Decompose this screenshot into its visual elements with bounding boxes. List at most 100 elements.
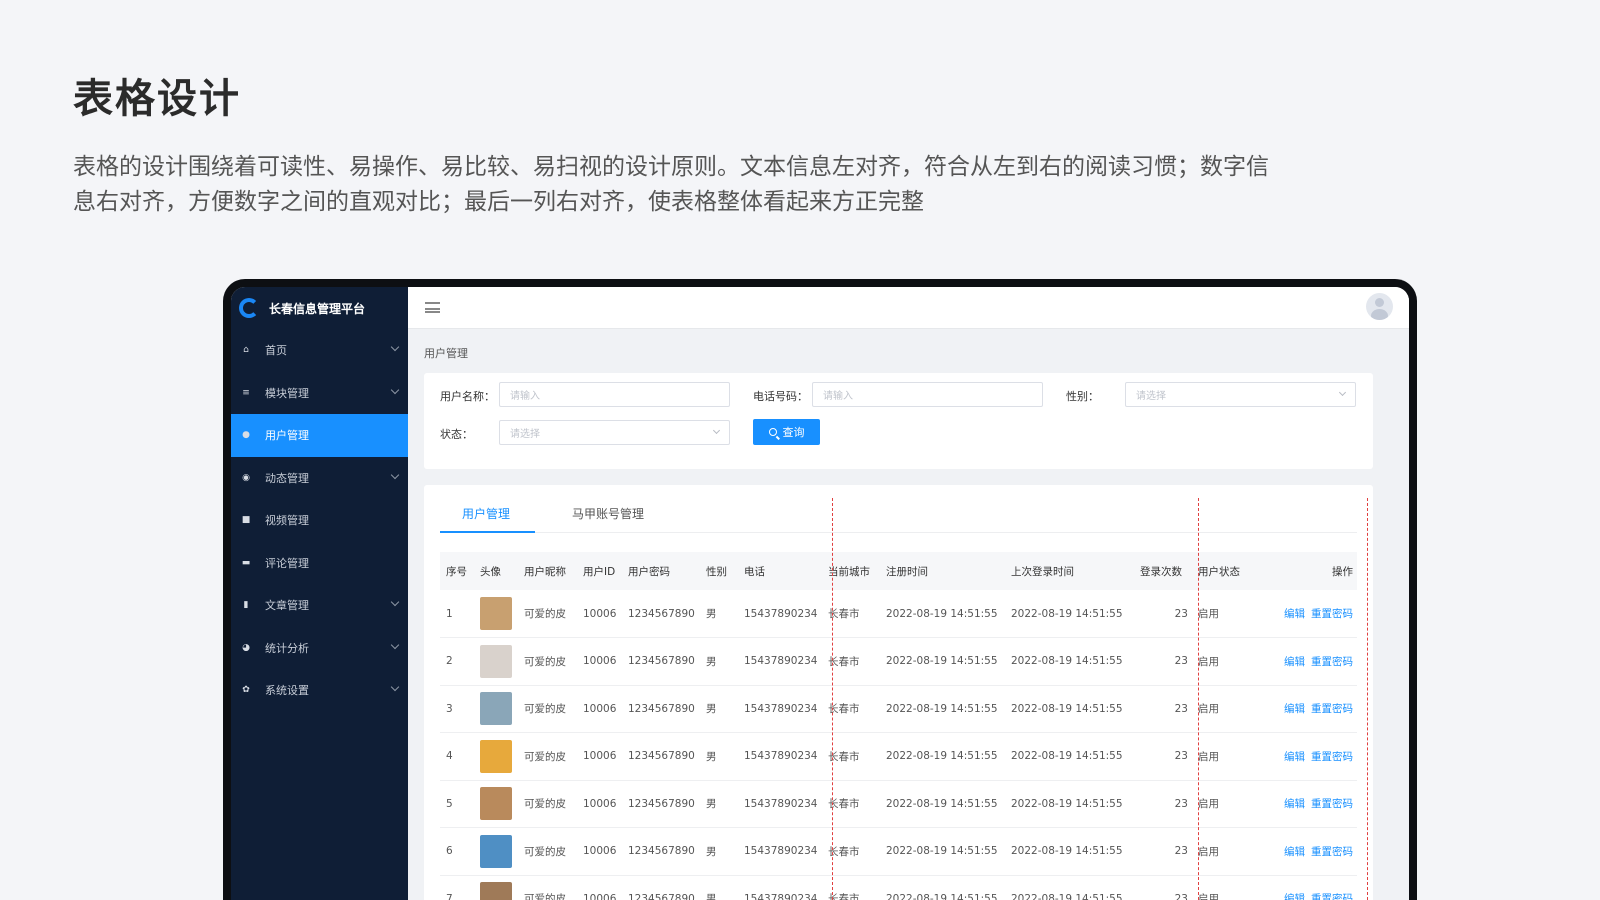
cell-nickname: 可爱的皮: [524, 798, 566, 811]
sidebar-item[interactable]: ▬ 评论管理: [231, 542, 408, 585]
list-icon: ≡: [242, 387, 250, 398]
sidebar-item[interactable]: ◕ 统计分析: [231, 627, 408, 670]
cell-registered: 2022-08-19 14:51:55: [886, 655, 998, 668]
avatar: [480, 597, 512, 630]
username-label: 用户名称：: [440, 390, 495, 403]
reset-password-link[interactable]: 重置密码: [1311, 846, 1353, 858]
tab-vest-accounts[interactable]: 马甲账号管理: [572, 505, 644, 522]
avatar-cell: [474, 780, 518, 828]
reset-password-link[interactable]: 重置密码: [1311, 608, 1353, 620]
brand-name: 长春信息管理平台: [269, 301, 366, 316]
cell-password: 1234567890: [628, 892, 695, 900]
user-avatar[interactable]: [1366, 293, 1393, 320]
cell-actions: 编辑 重置密码: [1262, 638, 1357, 686]
edit-link[interactable]: 编辑: [1284, 846, 1305, 858]
query-button[interactable]: 查询: [753, 419, 820, 445]
header-uid: 用户ID: [583, 565, 616, 578]
avatar-cell: [474, 733, 518, 781]
cell-actions: 编辑 重置密码: [1262, 590, 1357, 638]
sidebar-item[interactable]: ● 用户管理: [231, 414, 408, 457]
menu-toggle-icon[interactable]: [425, 302, 440, 313]
edit-link[interactable]: 编辑: [1284, 751, 1305, 763]
avatar: [480, 739, 512, 773]
cell-password: 1234567890: [628, 797, 695, 810]
top-bar: [408, 287, 1409, 329]
edit-link[interactable]: 编辑: [1284, 703, 1305, 715]
cell-login-count: 23: [1174, 607, 1188, 620]
cell-uid: 10006: [583, 892, 617, 900]
alignment-guide-line: [832, 498, 833, 900]
edit-link[interactable]: 编辑: [1284, 798, 1305, 810]
cell-status: 启用: [1198, 750, 1219, 763]
cell-last-login: 2022-08-19 14:51:55: [1011, 655, 1123, 668]
header-password: 用户密码: [628, 565, 670, 578]
table-row: 2 可爱的皮 10006 1234567890 男 15437890234 长春市 2022-…: [440, 638, 1357, 686]
sidebar-item[interactable]: ■ 视频管理: [231, 499, 408, 542]
sidebar-item[interactable]: ◉ 动态管理: [231, 457, 408, 500]
filter-card: 用户名称： 请输入 电话号码： 请输入 性别： 请选择 状态： 请选择 查询: [424, 373, 1373, 469]
reset-password-link[interactable]: 重置密码: [1311, 656, 1353, 668]
cell-status: 启用: [1198, 893, 1219, 900]
reset-password-link[interactable]: 重置密码: [1311, 893, 1353, 900]
cell-index: 4: [446, 750, 453, 763]
cell-index: 2: [446, 655, 453, 668]
chevron-down-icon: [390, 385, 400, 394]
cell-status: 启用: [1198, 798, 1219, 811]
cell-city: 长春市: [828, 798, 860, 811]
video-icon: ■: [241, 515, 251, 526]
table-card: 用户管理 马甲账号管理 序号 头像 用户昵称 用户ID 用户密码 性别 电话 当…: [424, 485, 1373, 900]
header-login-count: 登录次数: [1140, 565, 1182, 578]
chevron-down-icon: [390, 597, 400, 607]
edit-link[interactable]: 编辑: [1284, 608, 1305, 620]
sidebar-item[interactable]: ✿ 系统设置: [231, 669, 408, 712]
cell-registered: 2022-08-19 14:51:55: [886, 797, 998, 810]
edit-link[interactable]: 编辑: [1284, 656, 1305, 668]
avatar-cell: [474, 638, 518, 686]
gender-select[interactable]: 请选择: [1125, 382, 1356, 407]
header-phone: 电话: [744, 565, 765, 578]
reset-password-link[interactable]: 重置密码: [1311, 751, 1353, 763]
cell-city: 长春市: [828, 655, 860, 668]
header-gender: 性别: [706, 565, 727, 578]
alignment-guide-line: [1198, 498, 1199, 900]
cell-nickname: 可爱的皮: [524, 703, 566, 716]
slide-description: 表格的设计围绕着可读性、易操作、易比较、易扫视的设计原则。文本信息左对齐，符合从…: [73, 150, 1393, 220]
chevron-down-icon: [390, 342, 400, 352]
tab-user-management[interactable]: 用户管理: [462, 505, 510, 522]
sidebar-item[interactable]: ▮ 文章管理: [231, 584, 408, 627]
user-icon: ●: [242, 430, 250, 441]
avatar-cell: [474, 828, 518, 876]
reset-password-link[interactable]: 重置密码: [1311, 703, 1353, 715]
breadcrumb[interactable]: 用户管理: [424, 345, 468, 361]
status-select[interactable]: 请选择: [499, 420, 730, 445]
edit-link[interactable]: 编辑: [1284, 893, 1305, 900]
cell-login-count: 23: [1174, 702, 1188, 715]
comment-icon: ▬: [241, 557, 251, 568]
phone-input[interactable]: 请输入: [812, 382, 1043, 407]
sidebar-item[interactable]: ⌂ 首页: [231, 329, 408, 372]
cell-registered: 2022-08-19 14:51:55: [886, 607, 998, 620]
cell-actions: 编辑 重置密码: [1262, 828, 1357, 876]
cell-phone: 15437890234: [744, 750, 818, 763]
cell-password: 1234567890: [628, 607, 695, 620]
header-status: 用户状态: [1198, 565, 1240, 578]
cell-registered: 2022-08-19 14:51:55: [886, 892, 998, 900]
table-row: 6 可爱的皮 10006 1234567890 男 15437890234 长春市 2022-…: [440, 828, 1357, 876]
chevron-down-icon: [390, 470, 400, 479]
brand-logo-icon: [239, 298, 259, 318]
brand[interactable]: 长春信息管理平台: [231, 287, 408, 329]
device-frame: 长春信息管理平台 ⌂ 首页 ≡ 模块管理 ● 用户管理 ◉ 动态管理 ■ 视频管理 ▬ 评论管理 ▮ 文章…: [223, 279, 1417, 900]
table-row: 4 可爱的皮 10006 1234567890 男 15437890234 长春市 2022-…: [440, 733, 1357, 781]
cell-status: 启用: [1198, 608, 1219, 620]
reset-password-link[interactable]: 重置密码: [1311, 798, 1353, 810]
cell-phone: 15437890234: [744, 892, 818, 900]
cell-last-login: 2022-08-19 14:51:55: [1011, 892, 1123, 900]
sidebar-item-label: 首页: [265, 344, 287, 358]
cell-uid: 10006: [583, 702, 617, 715]
cell-nickname: 可爱的皮: [524, 893, 566, 900]
table-row: 7 可爱的皮 10006 1234567890 男 15437890234 长春市 2022-…: [440, 875, 1357, 900]
username-input[interactable]: 请输入: [499, 382, 730, 407]
header-registered: 注册时间: [886, 565, 928, 578]
sidebar-item[interactable]: ≡ 模块管理: [231, 372, 408, 415]
cell-last-login: 2022-08-19 14:51:55: [1011, 702, 1123, 715]
